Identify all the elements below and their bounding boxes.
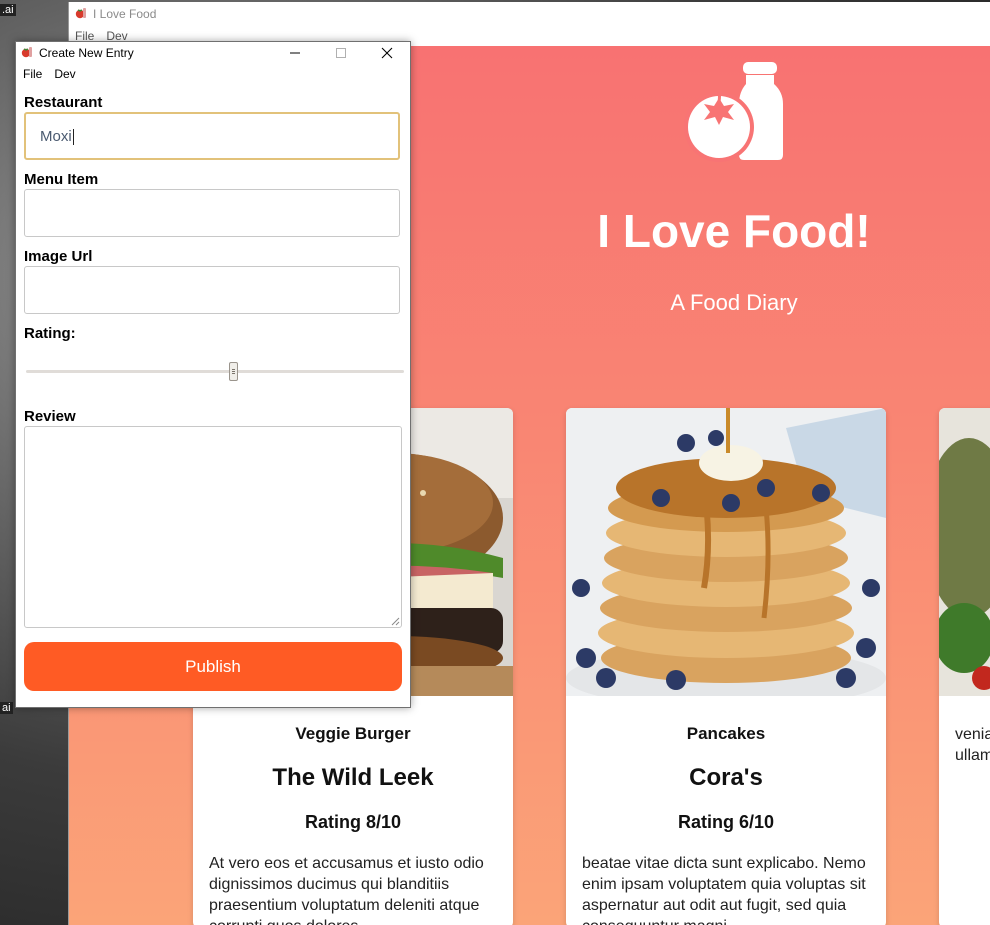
review-label: Review	[24, 408, 76, 425]
app-icon	[75, 6, 87, 22]
card-rating: Rating 8/10	[304, 812, 402, 832]
minimize-icon	[290, 52, 300, 54]
restaurant-input-value: Moxi	[40, 128, 72, 145]
minimize-button[interactable]	[272, 42, 318, 64]
rating-label: Rating:	[24, 325, 76, 342]
card-menu-item: Pancakes	[686, 724, 766, 743]
pancakes-photo	[566, 408, 886, 696]
rating-slider-track[interactable]	[26, 370, 404, 373]
dialog-title: Create New Entry	[39, 46, 134, 60]
card-restaurant: The Wild Leek	[272, 764, 434, 791]
menu-item-label: Menu Item	[24, 171, 99, 188]
resize-grip-icon[interactable]	[390, 616, 400, 626]
text-caret	[72, 129, 74, 146]
card-menu-item: Veggie Burger	[295, 724, 411, 743]
menu-item-input[interactable]	[24, 189, 400, 237]
hero-title: I Love Food!	[597, 205, 871, 257]
dialog-titlebar[interactable]: Create New Entry	[16, 42, 410, 64]
create-entry-dialog: Create New Entry File Dev Restaurant Mox…	[15, 41, 411, 708]
salad-photo	[939, 408, 990, 696]
main-window-title: I Love Food	[93, 7, 157, 21]
hero-subtitle: A Food Diary	[670, 290, 798, 315]
food-card[interactable]: veniam, quis nostrud exercitation ullamc…	[939, 408, 990, 925]
card-restaurant: Cora's	[689, 764, 763, 791]
maximize-button[interactable]	[318, 42, 364, 64]
menu-dev[interactable]: Dev	[54, 67, 75, 81]
main-titlebar: I Love Food	[69, 2, 990, 26]
food-card[interactable]: Pancakes Cora's Rating 6/10 beatae vitae…	[566, 408, 886, 925]
card-rating: Rating 6/10	[677, 812, 775, 832]
desktop-icon-label: .ai	[0, 4, 16, 16]
image-url-input[interactable]	[24, 266, 400, 314]
card-review: beatae vitae dicta sunt explicabo. Nemo …	[582, 855, 866, 925]
card-review: At vero eos et accusamus et iusto odio d…	[209, 855, 484, 925]
publish-button[interactable]: Publish	[24, 642, 402, 691]
tomato-and-bottle-icon	[682, 62, 784, 167]
card-review: veniam, quis nostrud exercitation ullamc…	[955, 726, 990, 764]
app-icon	[21, 45, 33, 61]
restaurant-input[interactable]: Moxi	[24, 112, 400, 160]
restaurant-label: Restaurant	[24, 94, 103, 111]
review-textarea[interactable]	[24, 426, 402, 628]
menu-file[interactable]: File	[23, 67, 42, 81]
maximize-icon	[336, 48, 346, 58]
desktop-icon-label: ai	[0, 702, 13, 714]
close-icon	[381, 47, 393, 59]
image-url-label: Image Url	[24, 248, 93, 265]
dialog-menubar: File Dev	[16, 64, 410, 84]
rating-slider-thumb[interactable]	[228, 362, 238, 381]
close-button[interactable]	[364, 42, 410, 64]
